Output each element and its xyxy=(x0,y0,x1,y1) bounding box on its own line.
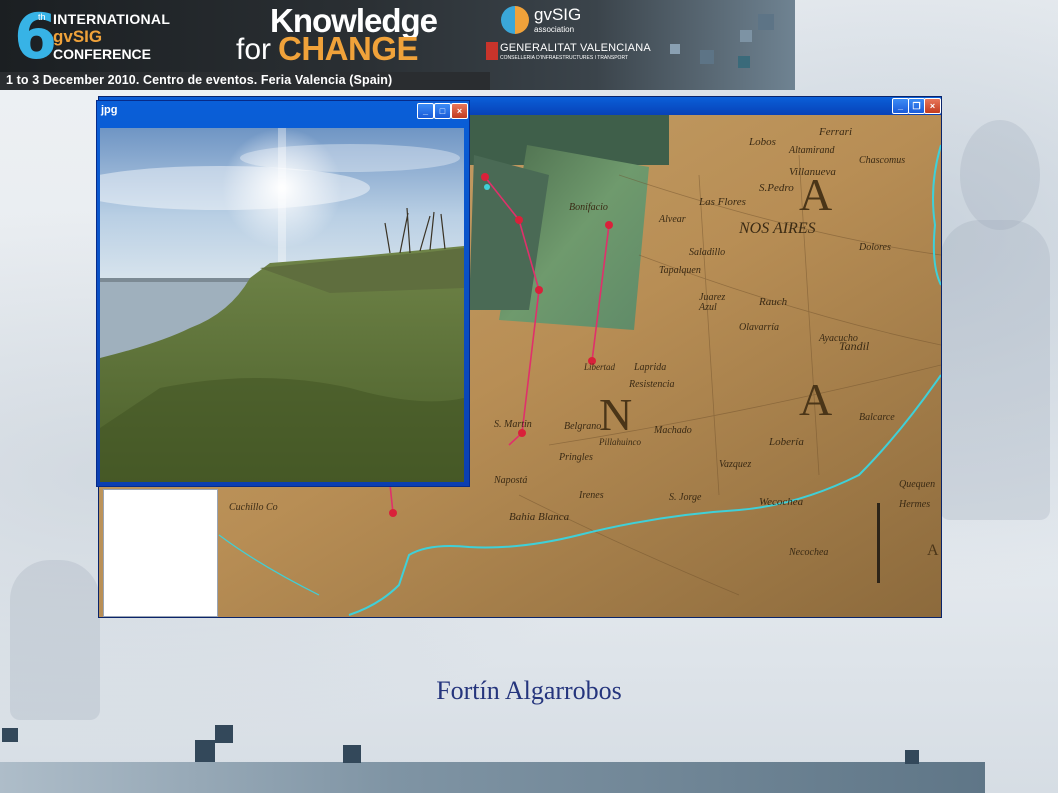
decor-square xyxy=(738,56,750,68)
map-place-label: Tandil xyxy=(839,339,870,353)
map-place-label: Necochea xyxy=(788,547,828,558)
decor-square xyxy=(905,750,919,764)
logo-line-gvsig: gvSIG xyxy=(53,27,103,46)
decor-square xyxy=(343,745,361,763)
sponsor-name: GENERALITAT VALENCIANA xyxy=(500,42,651,54)
decor-square xyxy=(215,725,233,743)
map-place-label: Resistencia xyxy=(628,379,675,390)
decor-square xyxy=(670,44,680,54)
map-place-label: Napostá xyxy=(493,475,527,486)
map-place-label: S. Martin xyxy=(494,419,532,430)
map-place-label: Tapalquen xyxy=(659,265,701,276)
route-point[interactable] xyxy=(535,286,543,294)
map-place-label: Dolores xyxy=(858,242,891,253)
map-place-label: Altamirand xyxy=(788,145,836,156)
blank-panel xyxy=(103,489,218,617)
map-place-label: Villanueva xyxy=(789,166,836,178)
map-edge-letter: A xyxy=(927,542,939,559)
map-place-label: Ferrari xyxy=(818,126,852,138)
sponsor-department: CONSELLERIA D'INFRAESTRUCTURES I TRANSPO… xyxy=(500,55,629,61)
close-button[interactable]: × xyxy=(451,103,468,119)
slogan-change: CHANGE xyxy=(278,30,419,67)
generalitat-shield-icon xyxy=(486,42,498,60)
map-place-label: S.Pedro xyxy=(759,182,794,194)
route-point[interactable] xyxy=(515,216,523,224)
gvsig-logo-icon xyxy=(501,6,529,34)
map-place-label: Machado xyxy=(653,425,692,436)
edition-suffix: th xyxy=(38,12,46,22)
map-place-label: Rauch xyxy=(758,296,788,308)
map-place-label: Olavarría xyxy=(739,322,779,333)
map-place-label: Vazquez xyxy=(719,459,751,470)
map-place-label: Saladillo xyxy=(689,247,725,258)
route-point[interactable] xyxy=(389,509,397,517)
map-place-label: Azul xyxy=(698,302,717,313)
slogan-for: for xyxy=(236,33,272,66)
minimize-button[interactable]: _ xyxy=(417,103,434,119)
route-point[interactable] xyxy=(484,184,490,190)
map-place-label: NOS AIRES xyxy=(738,220,816,237)
map-place-label: Belgrano xyxy=(564,421,601,432)
map-edge-line xyxy=(877,503,880,583)
map-place-label: Alvear xyxy=(658,214,686,225)
map-big-letter: N xyxy=(599,389,632,440)
logo-line-international: INTERNATIONAL xyxy=(53,11,171,27)
map-place-label: Hermes xyxy=(898,499,930,510)
decor-square xyxy=(700,50,714,64)
decor-square xyxy=(740,30,752,42)
map-place-label: Chascomus xyxy=(859,155,905,166)
map-place-label: S. Jorge xyxy=(669,492,702,503)
conference-banner: 6 th INTERNATIONAL gvSIG CONFERENCE Know… xyxy=(0,0,795,90)
map-place-label: Libertad xyxy=(583,362,616,372)
map-place-label: Quequen xyxy=(899,479,935,490)
map-place-label: Cuchillo Co xyxy=(229,502,278,513)
map-place-label: Laprida xyxy=(633,362,666,373)
photo-viewer-window[interactable]: jpg _ □ × xyxy=(96,100,470,487)
map-place-label: Pringles xyxy=(558,452,593,463)
background-figure xyxy=(940,220,1050,520)
photo-image xyxy=(100,128,464,482)
footer-band xyxy=(0,762,985,793)
maximize-button[interactable]: □ xyxy=(434,103,451,119)
close-button[interactable]: × xyxy=(924,98,941,114)
gvsig-association-sub: association xyxy=(534,25,575,34)
slide-caption: Fortín Algarrobos xyxy=(436,676,622,705)
conference-date: 1 to 3 December 2010. Centro de eventos.… xyxy=(6,73,393,87)
route-point[interactable] xyxy=(518,429,526,437)
map-place-label: Bonifacio xyxy=(569,202,608,213)
route-point[interactable] xyxy=(605,221,613,229)
decor-square xyxy=(758,14,774,30)
decor-square xyxy=(195,740,215,762)
map-place-label: Bahia Blanca xyxy=(509,511,570,523)
logo-line-conference: CONFERENCE xyxy=(53,46,152,62)
map-place-label: Wecochea xyxy=(759,496,804,508)
photo-window-title: jpg xyxy=(101,104,118,116)
map-place-label: Lobería xyxy=(768,436,804,448)
map-place-label: Irenes xyxy=(578,490,604,501)
map-place-label: Lobos xyxy=(748,136,776,148)
gvsig-association-name: gvSIG xyxy=(534,5,582,24)
map-place-label: Las Flores xyxy=(698,196,746,208)
map-place-label: Balcarce xyxy=(859,412,895,423)
map-big-letter: A xyxy=(799,374,832,425)
background-figure xyxy=(960,120,1040,230)
edition-number: 6 xyxy=(14,0,58,73)
landscape-photo xyxy=(100,128,464,482)
map-place-label: Pillahuinco xyxy=(598,437,641,447)
restore-button[interactable]: ❐ xyxy=(908,98,925,114)
decor-square xyxy=(2,728,18,742)
route-point[interactable] xyxy=(481,173,489,181)
minimize-button[interactable]: _ xyxy=(892,98,909,114)
